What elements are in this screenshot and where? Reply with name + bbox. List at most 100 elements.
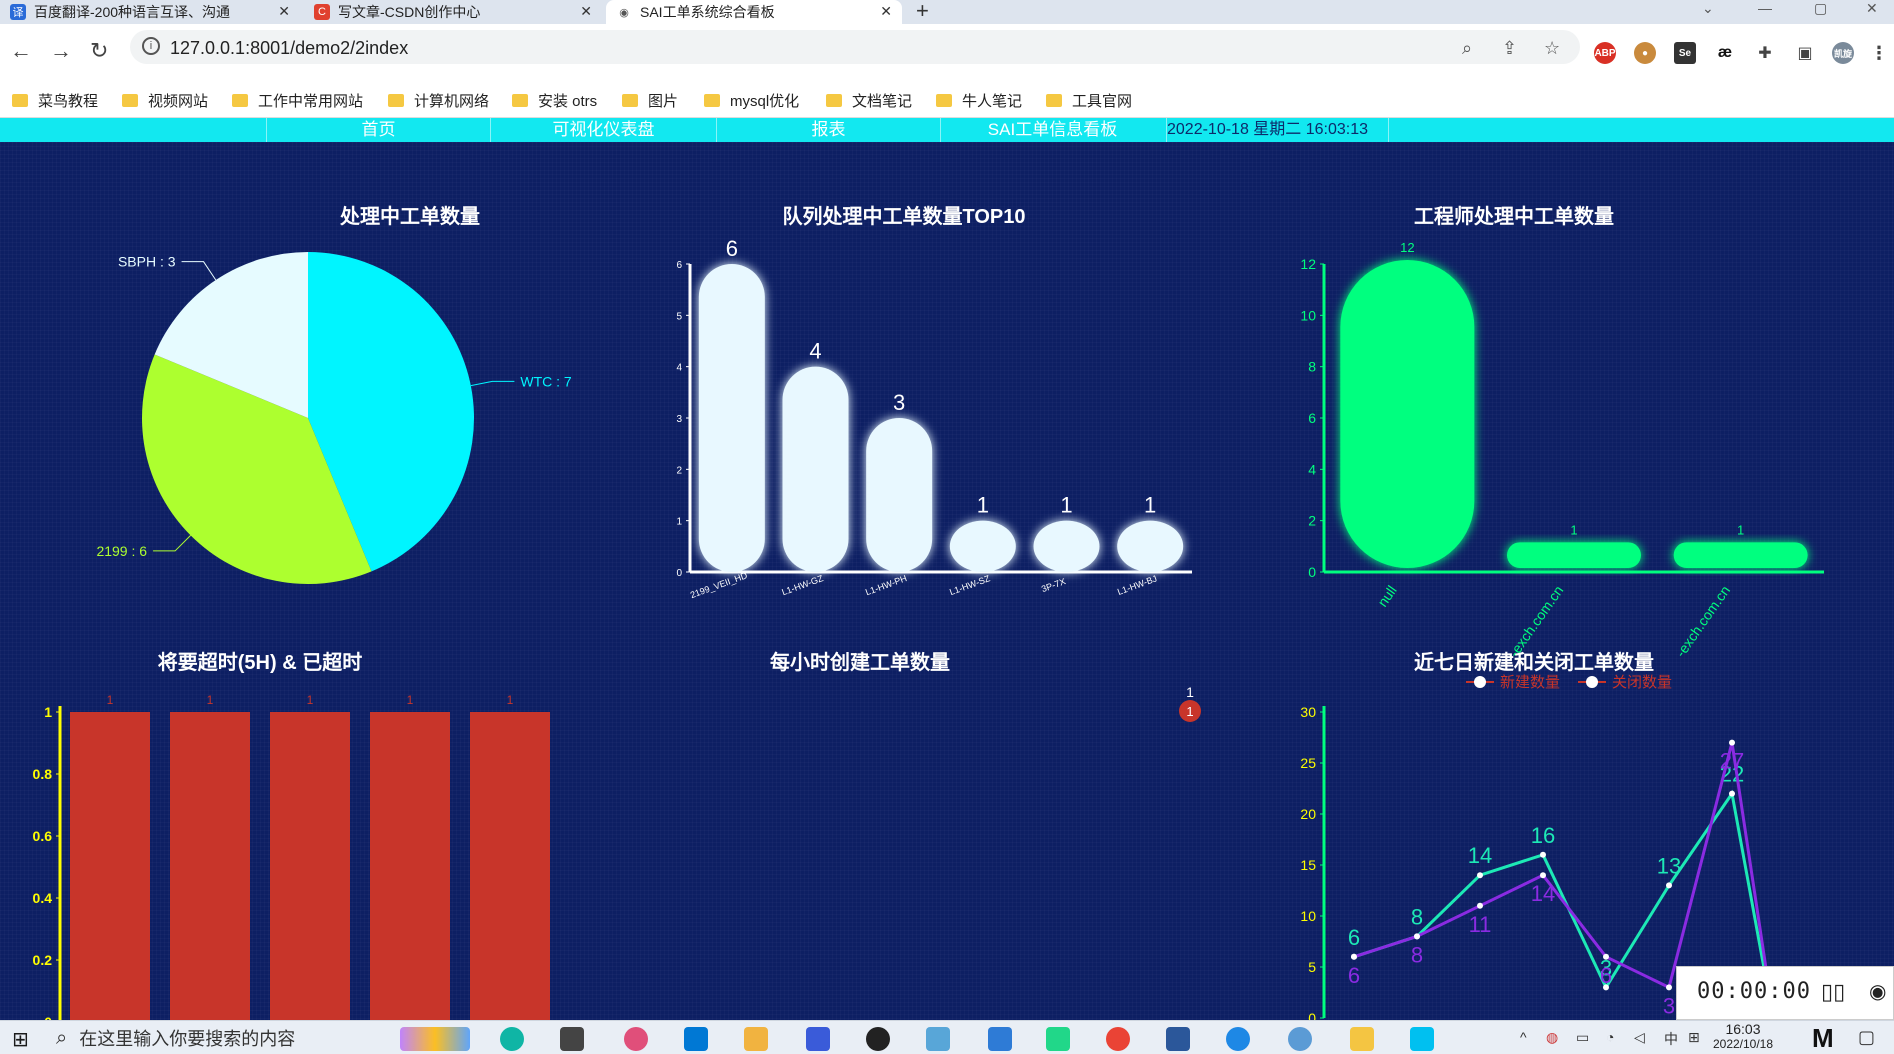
menu-icon[interactable]: ⋮ [1868, 42, 1890, 64]
bookmark-item[interactable]: mysql优化 [704, 90, 799, 111]
tray-chevron-icon[interactable]: ^ [1520, 1029, 1527, 1045]
extra-app-icon[interactable]: M [1812, 1023, 1834, 1054]
pinwheel-app-icon[interactable] [624, 1027, 648, 1051]
folder-icon [388, 94, 404, 107]
address-toolbar: ← → ↻ i 127.0.0.1:8001/demo2/2index ⌕ ⇪ … [0, 24, 1894, 84]
ime-grid-icon[interactable]: ⊞ [1688, 1029, 1700, 1046]
pie-label: SBPH : 3 [118, 254, 176, 270]
wifi-icon[interactable]: ◔ [1606, 1029, 1614, 1045]
bookmark-item[interactable]: 工作中常用网站 [232, 90, 363, 111]
volume-icon[interactable]: ◁ [1634, 1029, 1645, 1046]
bar-value-label: 1 [1144, 493, 1156, 518]
series-point [1540, 851, 1546, 858]
ie-icon[interactable] [1288, 1027, 1312, 1051]
ae-icon[interactable]: æ [1714, 42, 1736, 64]
remote-desktop-icon[interactable] [926, 1027, 950, 1051]
search-placeholder[interactable]: 在这里输入你要搜索的内容 [79, 1025, 295, 1051]
new-tab-button[interactable]: + [916, 0, 929, 22]
back-icon[interactable]: ← [10, 38, 32, 64]
x-tick-label: L1-HW-PH [864, 573, 908, 597]
ime-indicator[interactable]: 中 [1664, 1029, 1678, 1049]
minimize-button[interactable]: — [1758, 0, 1772, 16]
tray-app-icon[interactable]: ◍ [1546, 1029, 1558, 1046]
screen-icon[interactable] [988, 1027, 1012, 1051]
tab-csdn[interactable]: C 写文章-CSDN创作中心 ✕ [304, 0, 602, 24]
y-tick-label: 15 [1300, 857, 1316, 873]
avatar[interactable]: 凯旋 [1832, 42, 1854, 64]
adblock-icon[interactable]: ABP [1594, 42, 1616, 64]
reload-icon[interactable]: ↻ [90, 38, 108, 64]
word-icon[interactable] [1166, 1027, 1190, 1051]
windows-start-icon[interactable]: ⊞ [12, 1027, 29, 1052]
record-icon[interactable]: ◉ [1869, 979, 1886, 1004]
cortana-icon[interactable] [500, 1027, 524, 1051]
x-tick-label: L1-HW-SZ [948, 573, 992, 597]
bookmark-item[interactable]: 牛人笔记 [936, 90, 1022, 111]
bar [1033, 520, 1100, 572]
outlook-icon[interactable] [684, 1027, 708, 1051]
bookmark-item[interactable]: 菜鸟教程 [12, 90, 98, 111]
close-icon[interactable]: ✕ [278, 3, 290, 20]
sidebar-icon[interactable]: ▣ [1794, 42, 1816, 64]
bar-value-label: 1 [307, 693, 314, 707]
pycharm-icon[interactable] [1046, 1027, 1070, 1051]
edge-icon[interactable] [1226, 1027, 1250, 1051]
bookmark-item[interactable]: 图片 [622, 90, 678, 111]
feishu-icon[interactable] [1410, 1027, 1434, 1051]
series-point [1477, 872, 1483, 879]
bookmark-star-icon[interactable]: ☆ [1544, 38, 1560, 59]
pause-icon[interactable]: ▯▯ [1821, 979, 1845, 1005]
x-tick-label: 2199_VEII_HD [689, 570, 749, 600]
bookmark-item[interactable]: 工具官网 [1046, 90, 1132, 111]
series-point [1729, 790, 1735, 797]
legend-label: 新建数量 [1500, 674, 1560, 691]
x-tick-label: L1-HW-BJ [1116, 573, 1158, 597]
folder-icon [232, 94, 248, 107]
series-value-label: 6 [1348, 963, 1360, 988]
series-value-label: 14 [1531, 881, 1555, 906]
notification-icon[interactable]: ▢ [1858, 1027, 1875, 1048]
forward-icon[interactable]: → [50, 38, 72, 64]
bar [170, 712, 250, 1020]
site-info-icon[interactable]: i [142, 37, 160, 55]
zoom-icon[interactable]: ⌕ [1462, 38, 1472, 59]
window-close-button[interactable]: ✕ [1866, 0, 1878, 17]
url-text[interactable]: 127.0.0.1:8001/demo2/2index [170, 38, 408, 59]
maximize-button[interactable]: ▢ [1814, 0, 1827, 17]
x-tick-label: L1-HW-GZ [780, 573, 825, 597]
y-tick-label: 6 [1308, 410, 1316, 426]
file-explorer-icon[interactable] [1350, 1027, 1374, 1051]
selenium-icon[interactable]: Se [1674, 42, 1696, 64]
url-bar[interactable]: i 127.0.0.1:8001/demo2/2index ⌕ ⇪ ☆ [130, 30, 1580, 64]
close-icon[interactable]: ✕ [880, 3, 892, 20]
paint-icon[interactable] [744, 1027, 768, 1051]
y-tick-label: 4 [676, 363, 682, 374]
chevron-down-icon[interactable]: ⌄ [1702, 0, 1714, 17]
bar [1507, 542, 1641, 568]
bookmark-item[interactable]: 视频网站 [122, 90, 208, 111]
bookmark-item[interactable]: 文档笔记 [826, 90, 912, 111]
tab-label: 写文章-CSDN创作中心 [338, 4, 481, 20]
bar [949, 520, 1016, 572]
bar [1340, 260, 1475, 568]
bar [370, 712, 450, 1020]
tab-baidu-translate[interactable]: 译 百度翻译-200种语言互译、沟通 ✕ [0, 0, 300, 24]
task-view-icon[interactable] [560, 1027, 584, 1051]
clock[interactable]: 16:03 2022/10/18 [1710, 1021, 1776, 1051]
chrome-icon[interactable] [1106, 1027, 1130, 1051]
puzzle-icon[interactable]: ✚ [1754, 42, 1776, 64]
cookie-icon[interactable]: ● [1634, 42, 1656, 64]
panda-app-icon[interactable] [866, 1027, 890, 1051]
bookmark-item[interactable]: 安装 otrs [512, 90, 597, 111]
dashboard: 首页 可视化仪表盘 报表 SAI工单信息看板 2022-10-18 星期二 16… [0, 118, 1894, 1020]
tab-sai-dashboard[interactable]: ◉ SAI工单系统综合看板 ✕ [606, 0, 902, 24]
battery-icon[interactable]: ▭ [1576, 1029, 1589, 1046]
clock-date: 2022/10/18 [1712, 1037, 1774, 1051]
taskbar-search[interactable]: ⌕ 在这里输入你要搜索的内容 [56, 1023, 396, 1053]
share-icon[interactable]: ⇪ [1502, 38, 1517, 59]
bar-value-label: 1 [407, 693, 414, 707]
bookmark-item[interactable]: 计算机网络 [388, 90, 489, 111]
close-icon[interactable]: ✕ [580, 3, 592, 20]
y-tick-label: 4 [1308, 461, 1316, 477]
chess-app-icon[interactable] [806, 1027, 830, 1051]
